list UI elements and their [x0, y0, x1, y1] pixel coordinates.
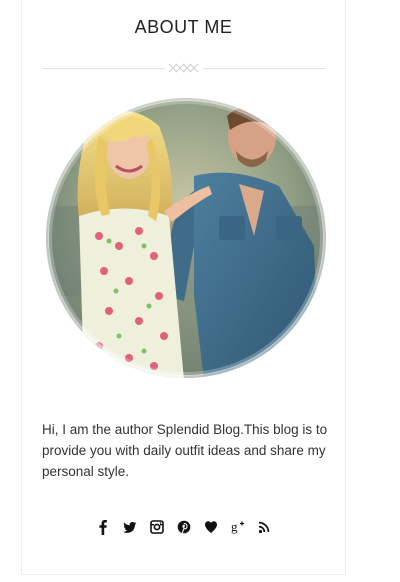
- about-me-widget: ABOUT ME Hi, I am the author Splendid Bl…: [21, 0, 346, 575]
- title-divider: [42, 61, 326, 75]
- facebook-icon: [98, 520, 107, 535]
- instagram-link[interactable]: [149, 519, 164, 535]
- facebook-link[interactable]: [96, 519, 110, 535]
- instagram-icon: [149, 520, 164, 534]
- rss-icon: [258, 521, 269, 534]
- pinterest-icon: [177, 520, 190, 534]
- divider-ornament-icon: [168, 63, 199, 73]
- bloglovin-link[interactable]: [204, 519, 218, 535]
- google-plus-icon: g: [231, 519, 244, 534]
- profile-photo: [44, 96, 328, 380]
- svg-text:g: g: [231, 519, 238, 534]
- widget-title: ABOUT ME: [134, 17, 233, 37]
- social-links: g: [22, 519, 345, 535]
- google-plus-link[interactable]: g: [231, 519, 245, 535]
- heart-icon: [204, 521, 217, 533]
- twitter-icon: [122, 522, 136, 533]
- pinterest-link[interactable]: [177, 519, 191, 535]
- rss-link[interactable]: [258, 519, 272, 535]
- twitter-link[interactable]: [122, 519, 137, 535]
- bio-text: Hi, I am the author Splendid Blog.This b…: [42, 422, 328, 479]
